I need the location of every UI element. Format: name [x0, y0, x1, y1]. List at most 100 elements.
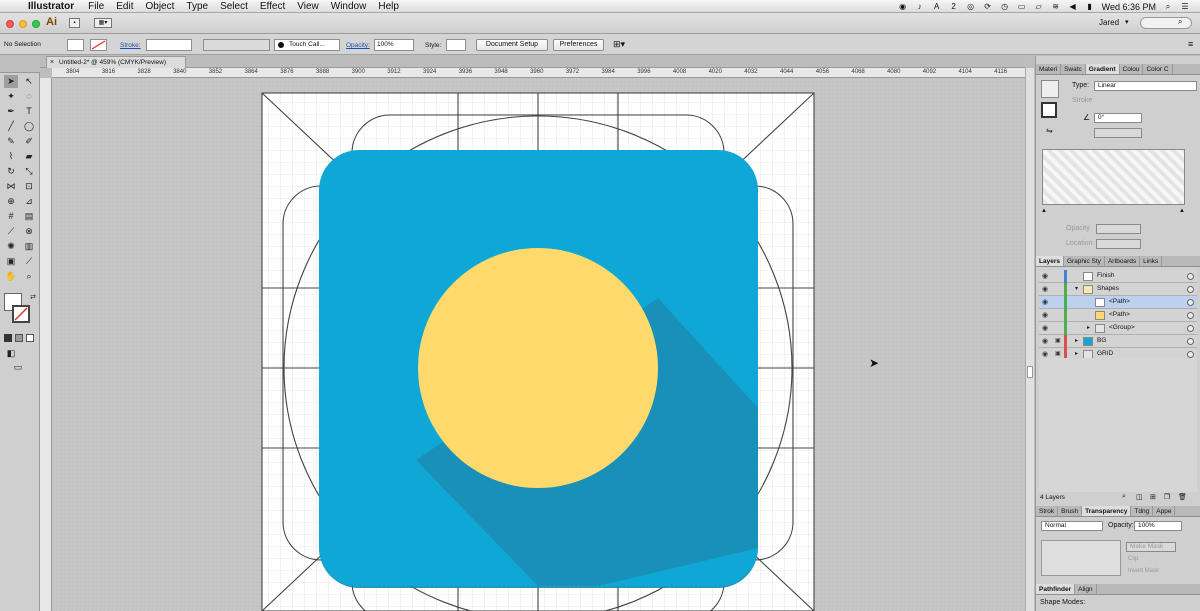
tab-materials[interactable]: Materi — [1036, 64, 1062, 74]
perspective-grid-icon[interactable]: ⊿ — [22, 195, 36, 208]
swap-colors-icon[interactable]: ⇄ — [26, 291, 40, 304]
shape-builder-icon[interactable]: ⊕ — [4, 195, 18, 208]
visibility-eye-icon[interactable]: ◉ — [1042, 272, 1048, 280]
target-circle-icon[interactable] — [1187, 325, 1194, 332]
expand-toggle-icon[interactable]: ▸ — [1075, 337, 1078, 344]
chevron-down-icon[interactable]: ▾ — [1125, 18, 1129, 26]
menu-app-name[interactable]: Illustrator — [26, 1, 82, 12]
stroke-link[interactable]: Stroke: — [120, 42, 141, 49]
layer-name[interactable]: <Path> — [1109, 311, 1130, 318]
slice-tool-icon[interactable]: ⟋ — [22, 255, 36, 268]
visibility-eye-icon[interactable]: ◉ — [1042, 298, 1048, 306]
expand-toggle-icon[interactable]: ▸ — [1087, 324, 1090, 331]
close-window-icon[interactable] — [6, 20, 14, 28]
paintbrush-tool-icon[interactable]: ✎ — [4, 135, 18, 148]
mesh-tool-icon[interactable]: # — [4, 210, 18, 223]
pen-tool-icon[interactable]: ✒ — [4, 105, 18, 118]
layer-name[interactable]: GRID — [1097, 350, 1113, 357]
tab-links[interactable]: Links — [1140, 256, 1163, 266]
bridge-icon[interactable]: ▪ — [69, 18, 80, 28]
ellipse-tool-icon[interactable]: ◯ — [22, 120, 36, 133]
width-tool-icon[interactable]: ⋈ — [4, 180, 18, 193]
menu-select[interactable]: Select — [214, 1, 254, 12]
color-mode-icon[interactable] — [4, 334, 12, 342]
target-circle-icon[interactable] — [1187, 338, 1194, 345]
gradient-preview-swatch[interactable] — [1041, 80, 1059, 98]
stroke-swatch[interactable] — [90, 39, 107, 51]
menu-help[interactable]: Help — [372, 1, 405, 12]
tab-color-guide[interactable]: Color C — [1143, 64, 1173, 74]
blend-tool-icon[interactable]: ⊗ — [22, 225, 36, 238]
hand-tool-icon[interactable]: ✋ — [4, 270, 18, 283]
panel-menu-icon[interactable]: ≡ — [1188, 39, 1193, 49]
lasso-tool-icon[interactable]: ◌ — [22, 90, 36, 103]
gradient-stop-left-icon[interactable]: ▲ — [1041, 208, 1047, 214]
target-circle-icon[interactable] — [1187, 351, 1194, 358]
type-tool-icon[interactable]: T — [22, 105, 36, 118]
line-tool-icon[interactable]: ╱ — [4, 120, 18, 133]
artboard-svg[interactable] — [52, 78, 1025, 611]
new-layer-icon[interactable]: ❐ — [1164, 493, 1170, 501]
tab-align[interactable]: Align — [1075, 584, 1097, 594]
style-swatch[interactable] — [446, 39, 466, 51]
menu-effect[interactable]: Effect — [254, 1, 291, 12]
magic-wand-icon[interactable]: ✦ — [4, 90, 18, 103]
screen-icon[interactable]: ▭ — [1017, 2, 1027, 11]
user-name[interactable]: Jared — [1099, 18, 1119, 27]
menu-clock[interactable]: Wed 6:36 PM — [1102, 2, 1156, 12]
new-sublayer-icon[interactable]: ⊞ — [1150, 493, 1156, 501]
horizontal-ruler[interactable]: 3804 3816 3828 3840 3852 3864 3876 3888 3900 3912… — [52, 68, 1025, 78]
reverse-gradient-icon[interactable]: ⇋ — [1046, 126, 1053, 135]
gradient-slider-preview[interactable] — [1042, 149, 1185, 205]
volume-icon[interactable]: ◀ — [1068, 2, 1078, 11]
preferences-button[interactable]: Preferences — [553, 39, 604, 51]
search-field[interactable] — [1140, 17, 1192, 29]
symbol-sprayer-icon[interactable]: ✺ — [4, 240, 18, 253]
gradient-type-dropdown[interactable]: Linear — [1094, 81, 1197, 91]
lock-icon[interactable]: ▣ — [1055, 337, 1061, 344]
spotlight-icon[interactable]: ⌕ — [1163, 2, 1173, 11]
opacity-link[interactable]: Opacity: — [346, 42, 370, 49]
visibility-eye-icon[interactable]: ◉ — [1042, 350, 1048, 358]
wifi-icon[interactable]: ≋ — [1051, 2, 1061, 11]
screen-mode-icon[interactable]: ▭ — [11, 361, 25, 374]
menu-type[interactable]: Type — [180, 1, 214, 12]
fill-swatch[interactable] — [67, 39, 84, 51]
stroke-weight-field[interactable] — [146, 39, 192, 51]
adobe-icon[interactable]: A — [932, 2, 942, 11]
layer-row[interactable]: ◉ ▾ Shapes — [1039, 283, 1197, 296]
target-circle-icon[interactable] — [1187, 273, 1194, 280]
vertical-ruler[interactable] — [40, 78, 52, 611]
tab-gradient[interactable]: Gradient — [1085, 64, 1120, 74]
layer-name[interactable]: <Path> — [1109, 298, 1130, 305]
eraser-tool-icon[interactable]: ▰ — [22, 150, 36, 163]
layer-row[interactable]: ◉ ▣ ▸ BG — [1039, 335, 1197, 348]
scroll-thumb[interactable] — [1027, 366, 1033, 378]
selection-tool-icon[interactable]: ➤ — [4, 75, 18, 88]
expand-toggle-icon[interactable]: ▾ — [1075, 285, 1078, 292]
notification-center-icon[interactable]: ☰ — [1180, 2, 1190, 11]
lock-icon[interactable]: ▣ — [1055, 350, 1061, 357]
transparency-opacity-field[interactable]: 100% — [1134, 521, 1182, 531]
tab-stroke[interactable]: Strok — [1036, 506, 1059, 516]
invert-mask-checkbox[interactable]: Invert Mask — [1128, 568, 1159, 574]
layer-name[interactable]: <Group> — [1109, 324, 1135, 331]
target-circle-icon[interactable] — [1187, 299, 1194, 306]
record-icon[interactable]: ◉ — [898, 2, 908, 11]
blend-mode-dropdown[interactable]: Normal — [1041, 521, 1103, 531]
delete-layer-icon[interactable]: 🗑 — [1178, 493, 1187, 501]
scale-tool-icon[interactable]: ⤡ — [22, 165, 36, 178]
tab-colour[interactable]: Colou — [1120, 64, 1144, 74]
arrange-documents-icon[interactable]: ▦▾ — [94, 18, 112, 28]
yellow-circle[interactable] — [418, 248, 658, 488]
expand-toggle-icon[interactable]: ▸ — [1075, 350, 1078, 357]
creative-cloud-icon[interactable]: ◎ — [966, 2, 976, 11]
close-tab-icon[interactable]: × — [50, 57, 54, 68]
rotate-tool-icon[interactable]: ↻ — [4, 165, 18, 178]
layer-name[interactable]: Finish — [1097, 272, 1114, 279]
clock-app-icon[interactable]: ◷ — [1000, 2, 1010, 11]
minimize-window-icon[interactable] — [19, 20, 27, 28]
column-graph-icon[interactable]: ▥ — [22, 240, 36, 253]
clipping-mask-icon[interactable]: ◫ — [1136, 493, 1143, 501]
target-circle-icon[interactable] — [1187, 312, 1194, 319]
